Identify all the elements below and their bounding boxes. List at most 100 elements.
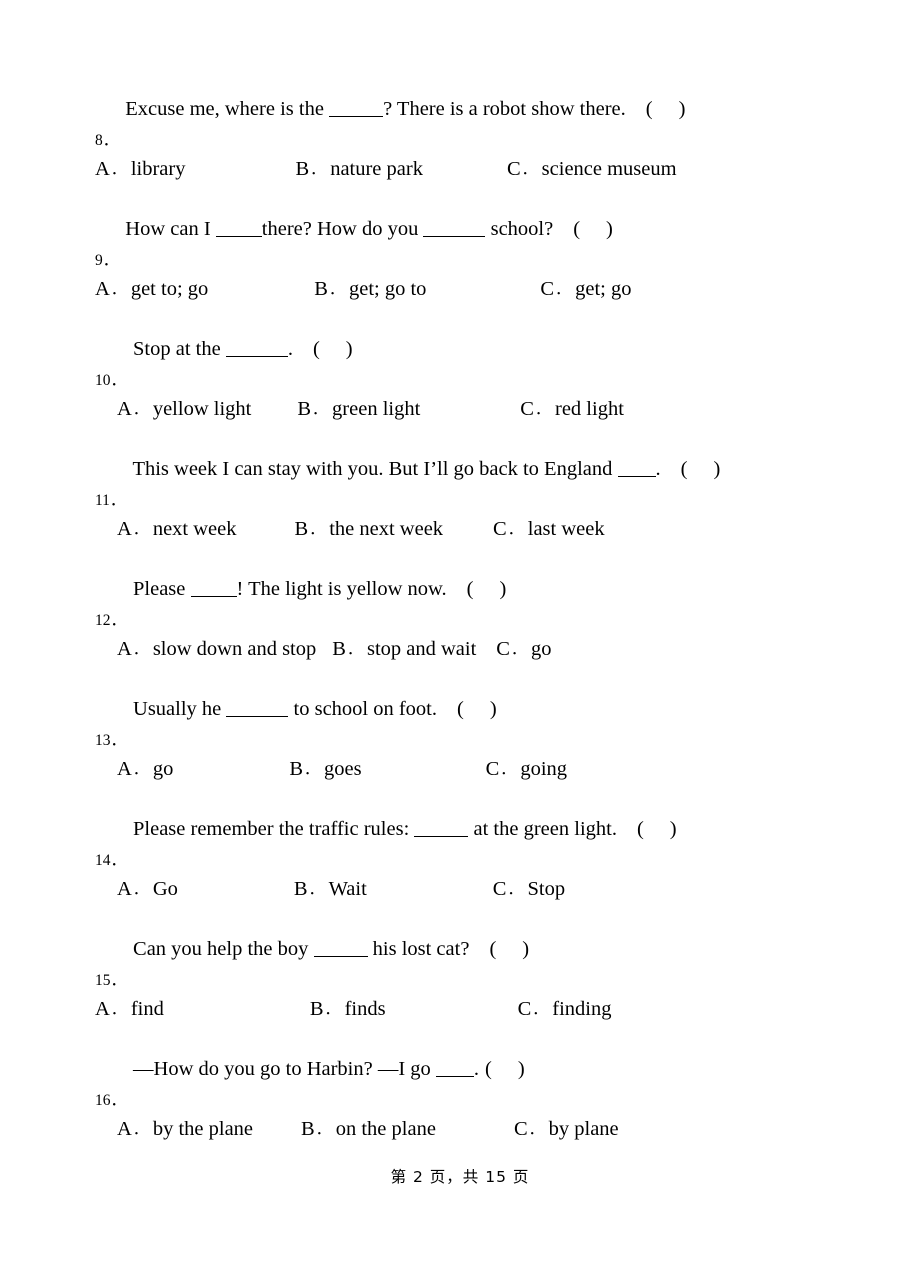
option-label: C (517, 998, 532, 1020)
option-separator-dot: ． (534, 402, 550, 418)
option-separator-dot: ． (315, 1122, 331, 1138)
question-line: 14． Please remember the traffic rules: at… (95, 816, 855, 876)
question-text: Usually he to school on foot. () (133, 696, 497, 722)
options-row: A． go B． goes C． going (95, 756, 855, 816)
answer-parentheses[interactable]: () (313, 336, 353, 362)
paren-close: ) (606, 218, 613, 240)
option-a[interactable]: A． Go (117, 876, 178, 903)
question-text-run: there? How do you (261, 218, 424, 240)
answer-parentheses[interactable]: () (457, 696, 497, 722)
answer-blank[interactable] (190, 596, 237, 597)
answer-parentheses[interactable]: () (467, 576, 507, 602)
option-b[interactable]: B． finds (310, 996, 386, 1023)
option-b[interactable]: B． get; go to (314, 276, 426, 303)
option-separator-dot: ． (132, 762, 148, 778)
answer-blank[interactable] (435, 1076, 474, 1077)
answer-blank[interactable] (617, 476, 656, 477)
option-label: A (95, 158, 110, 180)
option-label: A (95, 278, 110, 300)
option-text: last week (527, 518, 605, 540)
question-text-run: ? There is a robot show there. (383, 98, 626, 120)
answer-parentheses[interactable]: () (681, 456, 721, 482)
option-b[interactable]: B． the next week (295, 516, 444, 543)
option-a[interactable]: A． library (95, 156, 185, 183)
questions-container: 8． Excuse me, where is the ? There is a r… (95, 96, 855, 1176)
option-c[interactable]: C． last week (493, 516, 605, 543)
question-text: Can you help the boy his lost cat? () (133, 936, 529, 962)
option-a[interactable]: A． find (95, 996, 164, 1023)
option-b[interactable]: B． goes (289, 756, 361, 783)
paren-open: ( (680, 458, 688, 480)
option-text: stop and wait (366, 638, 477, 660)
page-footer: 第 2 页，共 15 页 (390, 1168, 530, 1186)
option-label: A (117, 638, 132, 660)
option-text: goes (324, 758, 362, 780)
option-separator-dot: ． (328, 282, 344, 298)
option-a[interactable]: A． yellow light (117, 396, 251, 423)
answer-parentheses[interactable]: () (646, 96, 686, 122)
option-a[interactable]: A． slow down and stop (117, 636, 316, 663)
option-text: Wait (328, 878, 367, 900)
option-text: next week (152, 518, 237, 540)
option-text: get to; go (130, 278, 209, 300)
paren-close: ) (678, 98, 686, 120)
option-a[interactable]: A． by the plane (117, 1116, 253, 1143)
answer-parentheses[interactable]: () (573, 216, 613, 242)
option-label: A (117, 878, 132, 900)
option-a[interactable]: A． go (117, 756, 173, 783)
paren-close: ) (489, 698, 497, 720)
paren-open: ( (485, 1058, 492, 1080)
answer-blank[interactable] (225, 356, 288, 357)
question-block: 16． —How do you go to Harbin? —I go .() A．… (95, 1056, 855, 1176)
option-b[interactable]: B． nature park (295, 156, 422, 183)
option-c[interactable]: C． get; go (540, 276, 631, 303)
option-c[interactable]: C． go (496, 636, 551, 663)
question-text-run: . (287, 338, 293, 360)
option-c[interactable]: C． going (486, 756, 567, 783)
option-c[interactable]: C． Stop (493, 876, 565, 903)
option-separator-dot: ． (521, 162, 537, 178)
option-c[interactable]: C． science museum (507, 156, 677, 183)
option-c[interactable]: C． red light (520, 396, 624, 423)
option-separator-dot: ． (528, 1122, 544, 1138)
option-label: B (294, 518, 309, 540)
option-label: C (506, 158, 521, 180)
question-line: 8． Excuse me, where is the ? There is a r… (95, 96, 855, 156)
paren-open: ( (489, 938, 497, 960)
document-page: 8． Excuse me, where is the ? There is a r… (0, 0, 920, 1273)
paren-open: ( (636, 818, 644, 840)
option-b[interactable]: B． Wait (294, 876, 367, 903)
option-c[interactable]: C． by plane (514, 1116, 619, 1143)
question-text-run: Excuse me, where is the (125, 98, 330, 120)
answer-parentheses[interactable]: () (489, 936, 529, 962)
question-text: Stop at the . () (133, 336, 353, 362)
option-text: go (152, 758, 174, 780)
option-separator-dot: ． (110, 1002, 126, 1018)
option-separator-dot: ． (507, 882, 523, 898)
answer-blank[interactable] (215, 236, 262, 237)
answer-blank[interactable] (313, 956, 368, 957)
option-text: finding (552, 998, 612, 1020)
option-a[interactable]: A． get to; go (95, 276, 208, 303)
question-text: How can I there? How do you school? () (125, 216, 613, 242)
option-b[interactable]: B． on the plane (301, 1116, 436, 1143)
question-text-run: Usually he (133, 698, 227, 720)
answer-blank[interactable] (423, 236, 486, 237)
options-row: A． find B． finds C． finding (95, 996, 855, 1056)
option-c[interactable]: C． finding (518, 996, 612, 1023)
answer-blank[interactable] (226, 716, 289, 717)
question-line: 16． —How do you go to Harbin? —I go .() (95, 1056, 855, 1116)
answer-parentheses[interactable]: () (637, 816, 677, 842)
option-label: C (513, 1118, 528, 1140)
option-b[interactable]: B． stop and wait (332, 636, 476, 663)
question-block: 13． Usually he to school on foot.() A． go B．… (95, 696, 855, 816)
answer-blank[interactable] (329, 116, 384, 117)
option-separator-dot: ． (132, 402, 148, 418)
option-a[interactable]: A． next week (117, 516, 237, 543)
option-separator-dot: ． (532, 1002, 548, 1018)
option-label: C (540, 278, 555, 300)
answer-parentheses[interactable]: () (485, 1056, 525, 1082)
option-b[interactable]: B． green light (297, 396, 420, 423)
answer-blank[interactable] (414, 836, 469, 837)
option-label: B (314, 278, 328, 300)
